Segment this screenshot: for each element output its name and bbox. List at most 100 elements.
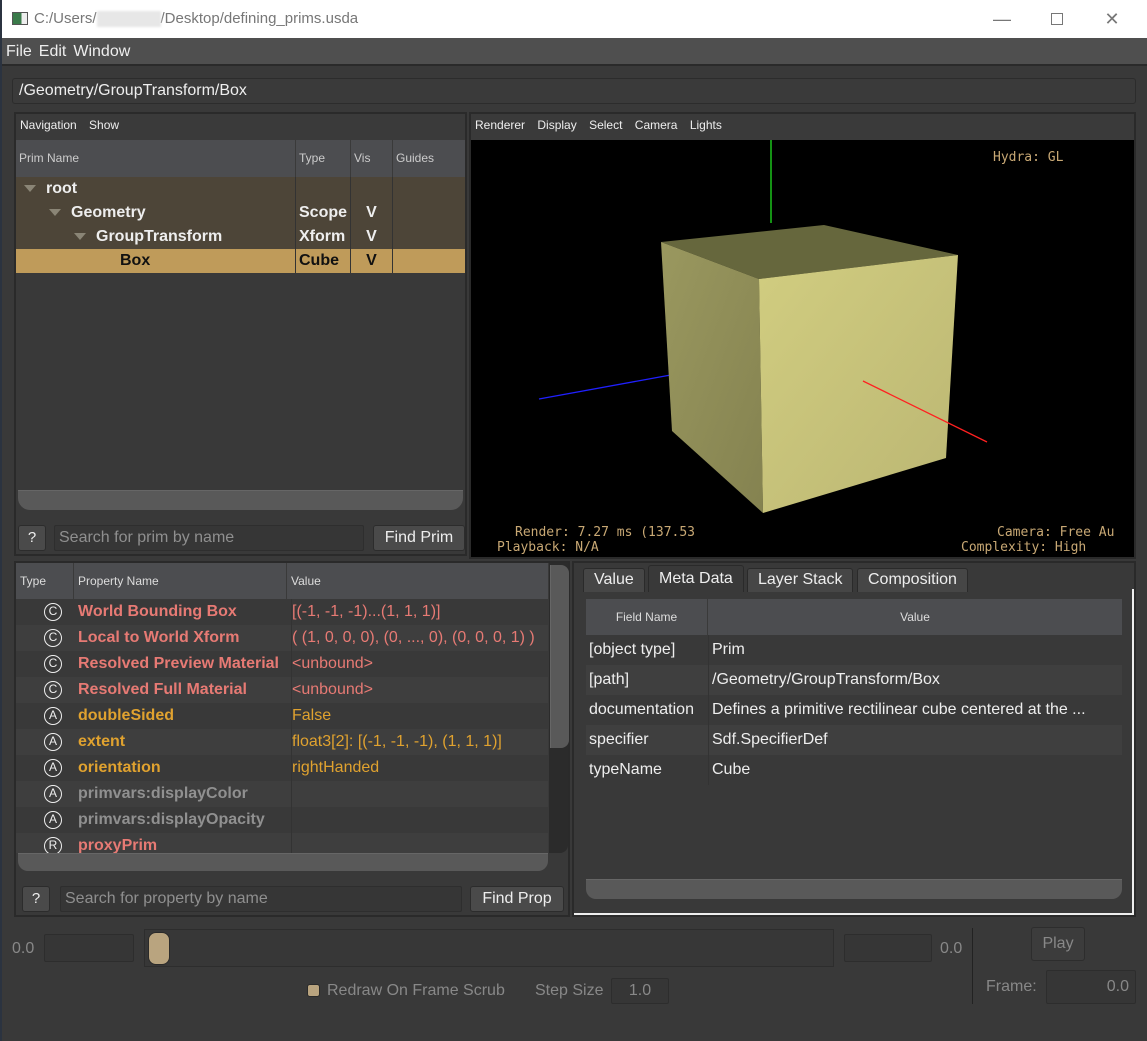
property-row[interactable]: Aorientation rightHanded xyxy=(16,755,548,781)
start-frame-field[interactable] xyxy=(44,934,134,962)
window-title: C:/Users/ /Desktop/defining_prims.usda xyxy=(34,10,358,28)
prim-name: Box xyxy=(16,249,296,273)
start-frame-label: 0.0 xyxy=(12,940,35,957)
metadata-field: specifier xyxy=(589,731,649,748)
find-prop-button[interactable]: Find Prop xyxy=(470,886,564,912)
prim-path-field[interactable]: /Geometry/GroupTransform/Box xyxy=(12,78,1136,104)
close-icon: ✕ xyxy=(1104,8,1120,29)
redraw-on-scrub-checkbox[interactable] xyxy=(307,984,320,997)
property-row[interactable]: Aprimvars:displayOpacity xyxy=(16,807,548,833)
frame-label: Frame: xyxy=(986,978,1037,995)
col-prop-value[interactable]: Value xyxy=(287,563,548,599)
tab-layer-stack[interactable]: Layer Stack xyxy=(747,568,854,592)
menu-select[interactable]: Select xyxy=(589,118,622,132)
col-type[interactable]: Type xyxy=(296,140,351,177)
metadata-value: Sdf.SpecifierDef xyxy=(708,725,1122,755)
minimize-button[interactable]: — xyxy=(977,0,1027,38)
property-row[interactable]: Aextent float3[2]: [(-1, -1, -1), (1, 1, … xyxy=(16,729,548,755)
tab-composition[interactable]: Composition xyxy=(857,568,968,592)
property-name: primvars:displayOpacity xyxy=(78,811,265,828)
col-vis[interactable]: Vis xyxy=(351,140,393,177)
property-help-button[interactable]: ? xyxy=(22,886,50,912)
property-row[interactable]: C World Bounding Box [(-1, -1, -1)...(1, 1… xyxy=(16,599,548,625)
property-row[interactable]: C Resolved Preview Material <unbound> xyxy=(16,651,548,677)
tab-value[interactable]: Value xyxy=(583,568,645,592)
menu-renderer[interactable]: Renderer xyxy=(475,118,525,132)
prim-tree-horizontal-scrollbar[interactable] xyxy=(18,490,463,510)
frame-slider[interactable] xyxy=(144,929,834,967)
col-prim-name[interactable]: Prim Name xyxy=(16,140,296,177)
metadata-list: [object type] Prim [path] /Geometry/GroupTr… xyxy=(586,635,1122,785)
tree-row-grouptransform[interactable]: GroupTransform Xform V xyxy=(16,225,465,249)
frame-field[interactable]: 0.0 xyxy=(1046,970,1136,1004)
property-row[interactable]: RproxyPrim xyxy=(16,833,548,853)
prim-help-button[interactable]: ? xyxy=(18,525,46,551)
property-row[interactable]: C Resolved Full Material <unbound> xyxy=(16,677,548,703)
tree-row-box[interactable]: Box Cube V xyxy=(16,249,465,273)
menu-lights[interactable]: Lights xyxy=(690,118,722,132)
expand-triangle-icon[interactable] xyxy=(49,209,61,217)
metadata-horizontal-scrollbar[interactable] xyxy=(586,879,1122,899)
metadata-row[interactable]: specifier Sdf.SpecifierDef xyxy=(586,725,1122,755)
close-button[interactable]: ✕ xyxy=(1087,0,1137,38)
property-value: rightHanded xyxy=(291,755,548,781)
prim-vis[interactable]: V xyxy=(351,201,393,225)
end-frame-field[interactable] xyxy=(844,934,932,962)
col-meta-value[interactable]: Value xyxy=(708,599,1122,635)
menu-show[interactable]: Show xyxy=(89,118,119,132)
metadata-field: [object type] xyxy=(589,641,676,658)
menu-bar: File Edit Window xyxy=(2,38,1147,66)
col-prop-type[interactable]: Type xyxy=(16,563,74,599)
metadata-row[interactable]: [path] /Geometry/GroupTransform/Box xyxy=(586,665,1122,695)
prim-vis[interactable]: V xyxy=(351,225,393,249)
property-name: Local to World Xform xyxy=(78,629,240,646)
frame-slider-thumb[interactable] xyxy=(148,932,170,965)
step-size-field[interactable]: 1.0 xyxy=(611,978,669,1004)
tree-row-root[interactable]: root xyxy=(16,177,465,201)
expand-triangle-icon[interactable] xyxy=(74,233,86,241)
tree-row-geometry[interactable]: Geometry Scope V xyxy=(16,201,465,225)
metadata-row[interactable]: documentation Defines a primitive rectili… xyxy=(586,695,1122,725)
maximize-button[interactable] xyxy=(1032,0,1082,38)
prim-vis[interactable]: V xyxy=(351,249,393,273)
find-prim-button[interactable]: Find Prim xyxy=(373,525,465,551)
tab-meta-data[interactable]: Meta Data xyxy=(648,565,744,592)
step-size-label: Step Size xyxy=(535,982,604,999)
property-name: orientation xyxy=(78,759,161,776)
property-header: Type Property Name Value xyxy=(16,563,548,599)
metadata-row[interactable]: [object type] Prim xyxy=(586,635,1122,665)
prim-search-input[interactable]: Search for prim by name xyxy=(54,525,364,551)
menu-display[interactable]: Display xyxy=(537,118,576,132)
metadata-value: Cube xyxy=(708,755,1122,785)
3d-viewport[interactable]: Hydra: GL Render: 7.27 ms (137.53 Playba… xyxy=(471,140,1134,557)
prim-name: root xyxy=(46,180,78,197)
col-field-name[interactable]: Field Name xyxy=(586,599,708,635)
inspector-panel: Value Meta Data Layer Stack Composition … xyxy=(572,561,1136,917)
col-guides[interactable]: Guides xyxy=(393,140,465,177)
play-button[interactable]: Play xyxy=(1031,927,1085,961)
property-scroll-thumb[interactable] xyxy=(550,565,569,748)
maximize-icon xyxy=(1051,13,1063,25)
property-name: extent xyxy=(78,733,126,750)
property-search-input[interactable]: Search for property by name xyxy=(60,886,462,912)
menu-window[interactable]: Window xyxy=(69,38,133,61)
col-prop-name[interactable]: Property Name xyxy=(74,563,287,599)
property-row[interactable]: Aprimvars:displayColor xyxy=(16,781,548,807)
property-row[interactable]: AdoubleSided False xyxy=(16,703,548,729)
menu-camera[interactable]: Camera xyxy=(635,118,678,132)
property-horizontal-scrollbar[interactable] xyxy=(18,853,548,871)
property-value xyxy=(291,807,548,833)
menu-edit[interactable]: Edit xyxy=(35,38,70,61)
property-value: [(-1, -1, -1)...(1, 1, 1)] xyxy=(291,599,548,625)
expand-triangle-icon[interactable] xyxy=(24,185,36,193)
menu-navigation[interactable]: Navigation xyxy=(20,118,77,132)
metadata-row[interactable]: typeName Cube xyxy=(586,755,1122,785)
computed-icon: C xyxy=(44,654,62,673)
prim-tree: root Geometry Scope V GroupTransform Xfo… xyxy=(16,177,465,273)
property-row[interactable]: C Local to World Xform ( (1, 0, 0, 0), (0,… xyxy=(16,625,548,651)
property-name: doubleSided xyxy=(78,707,174,724)
menu-file[interactable]: File xyxy=(2,38,35,61)
property-name: Resolved Preview Material xyxy=(78,655,279,672)
prim-type xyxy=(296,177,351,201)
prim-vis[interactable] xyxy=(351,177,393,201)
